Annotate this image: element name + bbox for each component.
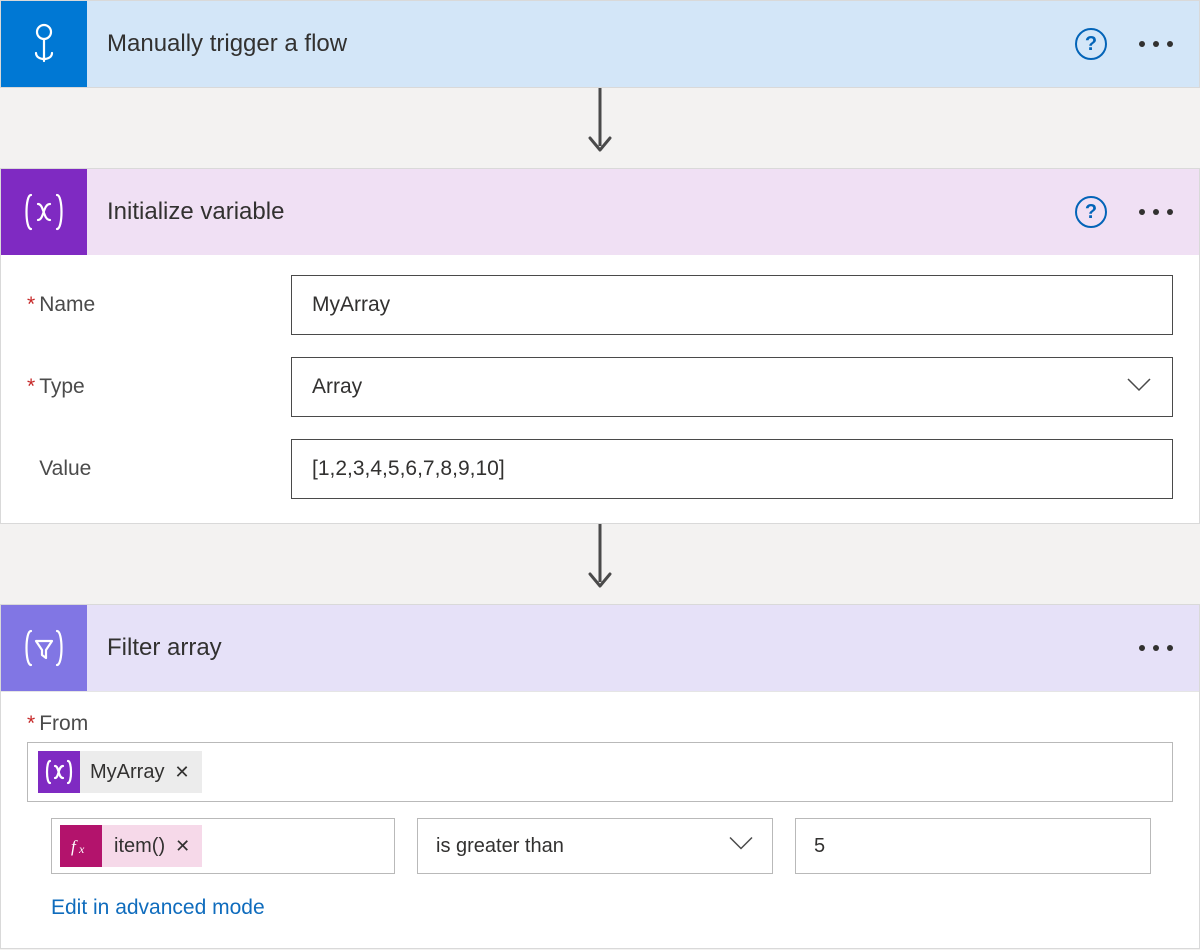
step-title: Initialize variable bbox=[87, 198, 1075, 226]
step-initvar-header[interactable]: Initialize variable ? bbox=[1, 169, 1199, 255]
condition-operator-select[interactable]: is greater than bbox=[417, 818, 773, 874]
chevron-down-icon bbox=[728, 835, 754, 858]
chevron-down-icon bbox=[1126, 375, 1152, 399]
expression-token[interactable]: f x item() ✕ bbox=[60, 825, 202, 867]
connector-arrow bbox=[0, 524, 1200, 604]
name-label: * Name bbox=[27, 293, 291, 317]
condition-left-input[interactable]: f x item() ✕ bbox=[51, 818, 395, 874]
filter-array-icon bbox=[1, 605, 87, 691]
step-title: Filter array bbox=[87, 634, 1135, 662]
step-trigger-header[interactable]: Manually trigger a flow ? bbox=[1, 1, 1199, 87]
more-menu-button[interactable] bbox=[1135, 637, 1177, 659]
condition-right-input[interactable]: 5 bbox=[795, 818, 1151, 874]
fx-icon: f x bbox=[60, 825, 102, 867]
variable-icon bbox=[1, 169, 87, 255]
variable-icon bbox=[38, 751, 80, 793]
help-icon[interactable]: ? bbox=[1075, 196, 1107, 228]
from-label: * From bbox=[27, 712, 1173, 736]
more-menu-button[interactable] bbox=[1135, 201, 1177, 223]
step-trigger-card: Manually trigger a flow ? bbox=[0, 0, 1200, 88]
step-title: Manually trigger a flow bbox=[87, 30, 1075, 58]
svg-text:x: x bbox=[78, 842, 85, 856]
type-label: * Type bbox=[27, 375, 291, 399]
from-input[interactable]: MyArray ✕ bbox=[27, 742, 1173, 802]
edit-advanced-mode-link[interactable]: Edit in advanced mode bbox=[51, 896, 265, 940]
help-icon[interactable]: ? bbox=[1075, 28, 1107, 60]
token-remove-icon[interactable]: ✕ bbox=[174, 762, 189, 783]
type-select[interactable]: Array bbox=[291, 357, 1173, 417]
condition-row: f x item() ✕ is greater than 5 bbox=[51, 818, 1173, 874]
value-label: * Value bbox=[27, 457, 291, 481]
value-input[interactable]: [1,2,3,4,5,6,7,8,9,10] bbox=[291, 439, 1173, 499]
step-initvar-card: Initialize variable ? * Name MyArray bbox=[0, 168, 1200, 524]
more-menu-button[interactable] bbox=[1135, 33, 1177, 55]
step-filter-card: Filter array * From bbox=[0, 604, 1200, 949]
variable-token[interactable]: MyArray ✕ bbox=[38, 751, 202, 793]
flow-designer-canvas: Manually trigger a flow ? bbox=[0, 0, 1200, 949]
token-remove-icon[interactable]: ✕ bbox=[175, 836, 190, 857]
connector-arrow bbox=[0, 88, 1200, 168]
token-label: item() bbox=[114, 835, 165, 858]
initvar-form: * Name MyArray * Type Array bbox=[1, 255, 1199, 523]
svg-text:f: f bbox=[71, 837, 78, 856]
step-filter-header[interactable]: Filter array bbox=[1, 605, 1199, 691]
manual-trigger-icon bbox=[1, 1, 87, 87]
token-label: MyArray bbox=[90, 761, 164, 784]
filter-form: * From MyArr bbox=[1, 691, 1199, 948]
name-input[interactable]: MyArray bbox=[291, 275, 1173, 335]
